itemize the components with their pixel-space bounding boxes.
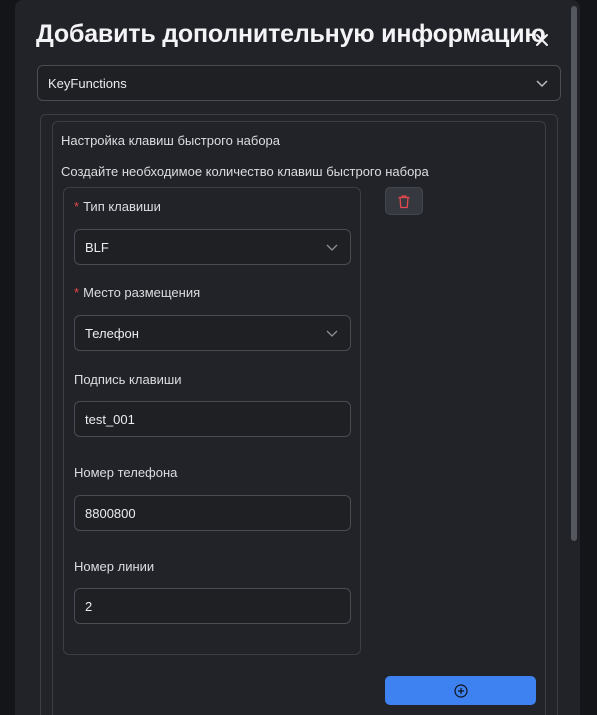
- trash-icon: [398, 194, 410, 208]
- required-mark: *: [74, 199, 80, 214]
- phone-number-input[interactable]: 8800800: [74, 495, 351, 531]
- chevron-down-icon: [326, 244, 338, 251]
- info-type-select-value: KeyFunctions: [48, 75, 127, 91]
- placement-value: Телефон: [85, 325, 139, 341]
- key-caption-value: test_001: [85, 411, 135, 427]
- chevron-down-icon: [536, 80, 548, 88]
- dialog-title: Добавить дополнительную информацию: [36, 20, 546, 48]
- close-icon: [536, 34, 548, 46]
- phone-number-value: 8800800: [85, 505, 136, 521]
- scrollbar-thumb[interactable]: [571, 6, 577, 541]
- add-key-button[interactable]: [385, 676, 536, 705]
- chevron-down-icon: [326, 330, 338, 337]
- plus-circle-icon: [453, 683, 468, 698]
- line-number-label: Номер линии: [74, 559, 155, 574]
- key-caption-label: Подпись клавиши: [74, 372, 182, 387]
- line-number-value: 2: [85, 598, 93, 614]
- line-number-input[interactable]: 2: [74, 588, 351, 624]
- delete-key-button[interactable]: [385, 187, 423, 215]
- key-type-value: BLF: [85, 239, 109, 255]
- placement-select[interactable]: Телефон: [74, 315, 351, 351]
- required-mark: *: [74, 285, 80, 300]
- info-type-select[interactable]: KeyFunctions: [37, 65, 561, 101]
- section-title: Настройка клавиш быстрого набора: [61, 133, 281, 148]
- key-type-select[interactable]: BLF: [74, 229, 351, 265]
- modal-dialog: Добавить дополнительную информацию KeyFu…: [15, 0, 580, 715]
- key-caption-input[interactable]: test_001: [74, 401, 351, 437]
- placement-label: * Место размещения: [74, 285, 200, 300]
- key-type-label: * Тип клавиши: [74, 199, 161, 214]
- placement-label-text: Место размещения: [83, 285, 201, 300]
- section-description: Создайте необходимое количество клавиш б…: [61, 164, 429, 179]
- phone-number-label: Номер телефона: [74, 465, 178, 480]
- key-type-label-text: Тип клавиши: [83, 199, 161, 214]
- scrollbar[interactable]: [571, 0, 577, 715]
- close-button[interactable]: [531, 29, 553, 51]
